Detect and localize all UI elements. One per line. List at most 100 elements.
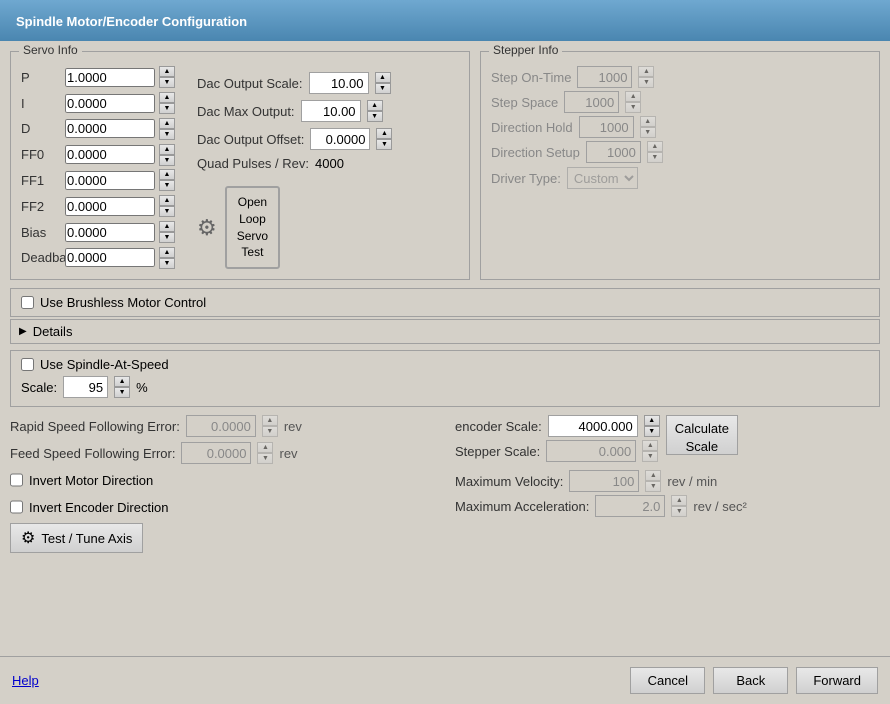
feed-speed-spinner: ▲ ▼ [257,442,273,464]
spindle-at-speed-box: Use Spindle-At-Speed Scale: ▲ ▼ % [10,350,880,407]
brushless-motor-checkbox[interactable] [21,296,34,309]
dac-output-scale-up[interactable]: ▲ [375,72,391,83]
ff0-down[interactable]: ▼ [159,155,175,166]
ff1-input[interactable] [65,171,155,190]
open-loop-icon: ⚙ [197,215,217,241]
cancel-button[interactable]: Cancel [630,667,705,694]
dac-max-down[interactable]: ▼ [367,111,383,122]
spindle-at-speed-checkbox[interactable] [21,358,34,371]
back-button[interactable]: Back [713,667,788,694]
bias-up[interactable]: ▲ [159,221,175,232]
bias-spinner[interactable]: ▲ ▼ [159,221,179,243]
deadband-input[interactable] [65,248,155,267]
invert-motor-checkbox[interactable] [10,469,23,491]
rapid-speed-up: ▲ [262,415,278,426]
max-velocity-unit: rev / min [667,474,717,489]
d-input[interactable] [65,119,155,138]
details-row[interactable]: ▶ Details [10,319,880,344]
invert-encoder-checkbox[interactable] [10,496,23,518]
scale-spinner[interactable]: ▲ ▼ [114,376,130,398]
ff0-label: FF0 [21,147,61,162]
direction-setup-up: ▲ [647,141,663,152]
dac-output-scale-down[interactable]: ▼ [375,83,391,94]
direction-setup-input [586,141,641,163]
brushless-motor-label: Use Brushless Motor Control [40,295,206,310]
bias-input[interactable] [65,223,155,242]
scale-label: Scale: [21,380,57,395]
p-spinner[interactable]: ▲ ▼ [159,66,179,88]
scale-input[interactable] [63,376,108,398]
rapid-speed-label: Rapid Speed Following Error: [10,419,180,434]
encoder-scale-up[interactable]: ▲ [644,415,660,426]
quad-pulses-value: 4000 [315,156,344,171]
ff2-input[interactable] [65,197,155,216]
help-button[interactable]: Help [12,673,39,688]
encoder-scale-down[interactable]: ▼ [644,426,660,437]
dac-output-scale-input[interactable] [309,72,369,94]
dac-output-offset-input[interactable] [310,128,370,150]
calculate-scale-btn[interactable]: CalculateScale [666,415,738,455]
ff1-spinner[interactable]: ▲ ▼ [159,169,179,191]
ff0-up[interactable]: ▲ [159,144,175,155]
deadband-label: Deadband [21,250,61,265]
deadband-down[interactable]: ▼ [159,258,175,269]
dac-max-output-spinner[interactable]: ▲ ▼ [367,100,383,122]
ff0-input[interactable] [65,145,155,164]
scale-down[interactable]: ▼ [114,387,130,398]
rapid-speed-down: ▼ [262,426,278,437]
direction-setup-down: ▼ [647,152,663,163]
i-up[interactable]: ▲ [159,92,175,103]
encoder-scale-input[interactable] [548,415,638,437]
i-spinner[interactable]: ▲ ▼ [159,92,179,114]
tune-axis-btn[interactable]: ⚙ Test / Tune Axis [10,523,143,553]
d-spinner[interactable]: ▲ ▼ [159,118,179,140]
max-velocity-spinner: ▲ ▼ [645,470,661,492]
max-velocity-label: Maximum Velocity: [455,474,563,489]
driver-type-select: Custom [567,167,638,189]
step-on-time-label: Step On-Time [491,70,571,85]
deadband-up[interactable]: ▲ [159,247,175,258]
ff2-spinner[interactable]: ▲ ▼ [159,195,179,217]
stepper-scale-down: ▼ [642,451,658,462]
rapid-speed-input [186,415,256,437]
encoder-scale-spinner[interactable]: ▲ ▼ [644,415,660,437]
feed-speed-label: Feed Speed Following Error: [10,446,175,461]
dac-max-up[interactable]: ▲ [367,100,383,111]
dac-output-offset-spinner[interactable]: ▲ ▼ [376,128,392,150]
p-label: P [21,70,61,85]
p-down[interactable]: ▼ [159,77,175,88]
scale-up[interactable]: ▲ [114,376,130,387]
tune-axis-label: Test / Tune Axis [41,531,132,546]
direction-setup-spinner: ▲ ▼ [647,141,663,163]
p-up[interactable]: ▲ [159,66,175,77]
max-accel-down: ▼ [671,506,687,517]
direction-hold-spinner: ▲ ▼ [640,116,656,138]
ff2-down[interactable]: ▼ [159,206,175,217]
open-loop-btn[interactable]: OpenLoopServoTest [225,186,280,269]
d-up[interactable]: ▲ [159,118,175,129]
deadband-spinner[interactable]: ▲ ▼ [159,247,179,269]
dac-output-scale-spinner[interactable]: ▲ ▼ [375,72,391,94]
i-label: I [21,96,61,111]
ff0-spinner[interactable]: ▲ ▼ [159,144,179,166]
direction-hold-down: ▼ [640,127,656,138]
i-input[interactable] [65,94,155,113]
forward-button[interactable]: Forward [796,667,878,694]
ff1-up[interactable]: ▲ [159,169,175,180]
step-on-time-down: ▼ [638,77,654,88]
stepper-info-label: Stepper Info [489,43,562,57]
max-acceleration-spinner: ▲ ▼ [671,495,687,517]
ff2-up[interactable]: ▲ [159,195,175,206]
dac-offset-up[interactable]: ▲ [376,128,392,139]
direction-hold-label: Direction Hold [491,120,573,135]
step-on-time-up: ▲ [638,66,654,77]
dac-offset-down[interactable]: ▼ [376,139,392,150]
bias-down[interactable]: ▼ [159,232,175,243]
scale-unit: % [136,380,148,395]
dac-max-output-input[interactable] [301,100,361,122]
i-down[interactable]: ▼ [159,103,175,114]
stepper-scale-input [546,440,636,462]
ff1-down[interactable]: ▼ [159,180,175,191]
d-down[interactable]: ▼ [159,129,175,140]
p-input[interactable] [65,68,155,87]
